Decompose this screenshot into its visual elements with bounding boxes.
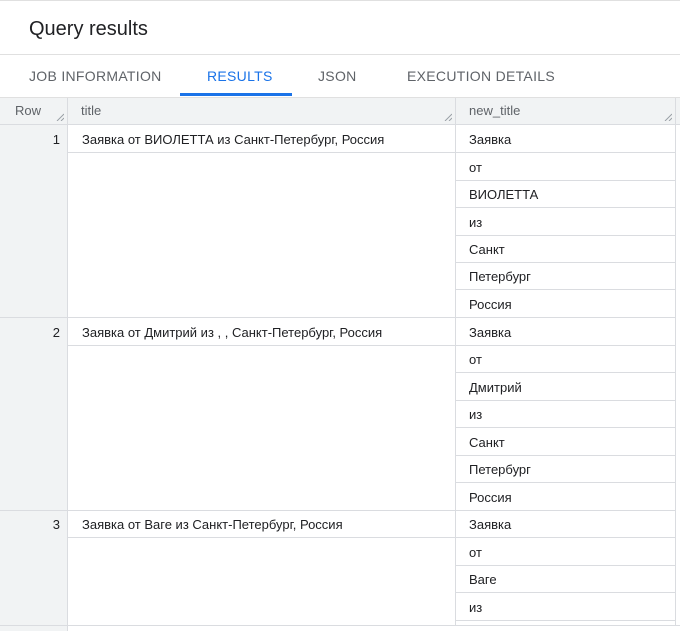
tab-json[interactable]: JSON <box>318 56 357 97</box>
column-header-spacer <box>676 98 680 125</box>
column-header-row: Row <box>0 98 68 125</box>
results-table: Row title new_title 1 Заявка от ВИОЛЕТТА… <box>0 97 680 631</box>
row-number-column <box>0 125 68 631</box>
resize-handle-icon[interactable] <box>56 113 64 121</box>
page-title: Query results <box>29 18 148 40</box>
new-title-item: Санкт <box>469 242 505 257</box>
title-cell: Заявка от ВИОЛЕТТА из Санкт-Петербург, Р… <box>82 132 385 147</box>
column-header-label: new_title <box>469 103 521 118</box>
new-title-item: Россия <box>469 490 512 505</box>
new-title-item: из <box>469 600 483 615</box>
tab-job-information[interactable]: JOB INFORMATION <box>29 56 162 97</box>
tab-bar: JOB INFORMATION RESULTS JSON EXECUTION D… <box>0 56 680 97</box>
row-number: 1 <box>52 132 60 147</box>
new-title-item: Заявка <box>469 132 512 147</box>
column-header-label: title <box>81 103 102 118</box>
new-title-item: Ваге <box>469 572 497 587</box>
new-title-item: Дмитрий <box>469 380 522 395</box>
row-number: 3 <box>52 517 60 532</box>
new-title-item: из <box>469 407 483 422</box>
column-header-new-title: new_title <box>456 98 676 125</box>
new-title-item: Санкт <box>469 435 505 450</box>
title-cell: Заявка от Ваге из Санкт-Петербург, Росси… <box>82 517 343 532</box>
new-title-item: ВИОЛЕТТА <box>469 187 539 202</box>
resize-handle-icon[interactable] <box>664 113 672 121</box>
results-header: Query results <box>0 0 680 55</box>
new-title-item: Петербург <box>469 462 531 477</box>
new-title-item: Заявка <box>469 325 512 340</box>
new-title-item: Заявка <box>469 517 512 532</box>
tab-execution-details[interactable]: EXECUTION DETAILS <box>407 56 555 97</box>
new-title-item: от <box>469 545 482 560</box>
new-title-item: от <box>469 160 482 175</box>
title-cell: Заявка от Дмитрий из , , Санкт-Петербург… <box>82 325 383 340</box>
resize-handle-icon[interactable] <box>444 113 452 121</box>
new-title-item: из <box>469 215 483 230</box>
column-header-label: Row <box>15 103 42 118</box>
new-title-item: Россия <box>469 297 512 312</box>
active-tab-indicator <box>180 93 292 96</box>
row-number: 2 <box>52 325 60 340</box>
new-title-item: от <box>469 352 482 367</box>
tab-results[interactable]: RESULTS <box>207 56 273 97</box>
column-header-title: title <box>68 98 456 125</box>
new-title-item: Петербург <box>469 269 531 284</box>
